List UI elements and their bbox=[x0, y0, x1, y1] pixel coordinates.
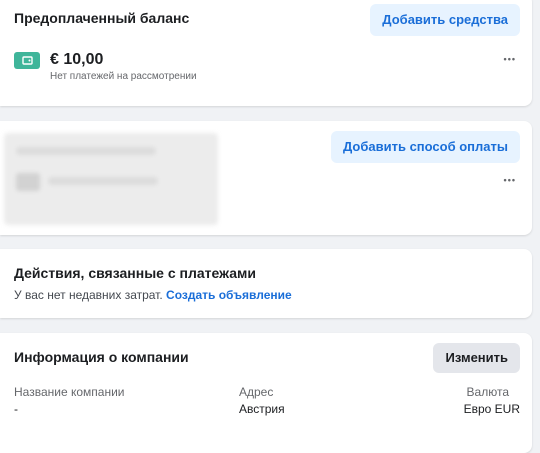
company-name-value: - bbox=[14, 402, 18, 416]
currency-header: Валюта bbox=[466, 385, 509, 399]
payment-method-more-icon[interactable]: ••• bbox=[504, 175, 516, 185]
balance-more-icon[interactable]: ••• bbox=[504, 54, 516, 64]
payment-activity-card: Действия, связанные с платежами У вас не… bbox=[0, 249, 532, 318]
company-name-header: Название компании bbox=[14, 385, 125, 399]
balance-amount: € 10,00 bbox=[50, 51, 104, 68]
create-ad-link[interactable]: Создать объявление bbox=[166, 288, 292, 302]
activity-text-row: У вас нет недавних затрат. Создать объяв… bbox=[14, 288, 292, 302]
payment-method-card: Добавить способ оплаты ••• bbox=[0, 121, 532, 235]
payment-method-redacted bbox=[4, 133, 218, 225]
activity-title: Действия, связанные с платежами bbox=[14, 265, 256, 281]
add-funds-button[interactable]: Добавить средства bbox=[370, 4, 520, 36]
currency-value: Евро EUR bbox=[463, 402, 520, 416]
prepaid-balance-card: Предоплаченный баланс Добавить средства … bbox=[0, 0, 532, 106]
activity-text: У вас нет недавних затрат. bbox=[14, 288, 163, 302]
add-payment-method-button[interactable]: Добавить способ оплаты bbox=[331, 131, 520, 163]
company-info-card: Информация о компании Изменить Название … bbox=[0, 333, 532, 453]
address-header: Адрес bbox=[239, 385, 274, 399]
balance-status: Нет платежей на рассмотрении bbox=[50, 71, 197, 82]
company-title: Информация о компании bbox=[14, 349, 189, 365]
edit-company-button[interactable]: Изменить bbox=[433, 343, 520, 373]
balance-title: Предоплаченный баланс bbox=[14, 10, 190, 26]
wallet-icon bbox=[14, 52, 40, 69]
address-value: Австрия bbox=[239, 402, 285, 416]
